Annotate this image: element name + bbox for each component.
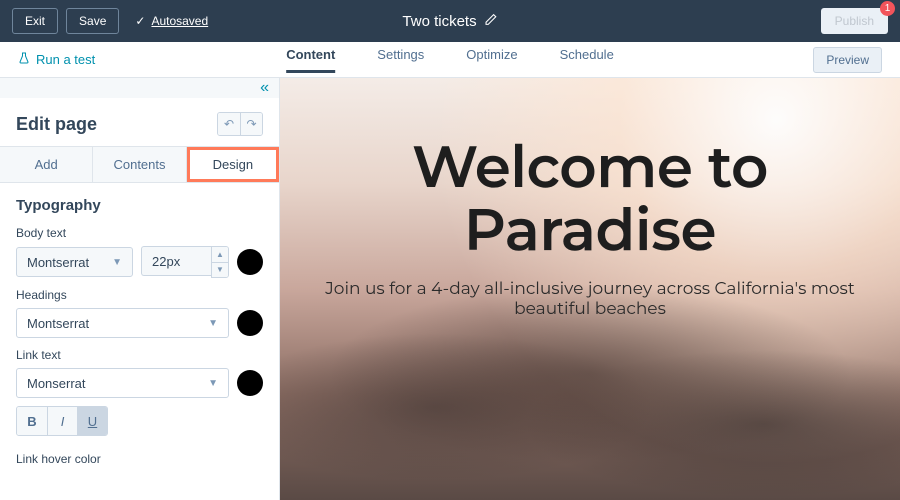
italic-button[interactable]: I: [47, 407, 77, 435]
redo-button[interactable]: ↷: [240, 113, 262, 135]
undo-redo-group: ↶ ↷: [217, 112, 263, 136]
undo-button[interactable]: ↶: [218, 113, 240, 135]
redo-icon: ↷: [246, 117, 256, 131]
body-font-value: Montserrat: [27, 255, 89, 270]
sidebar-tab-contents[interactable]: Contents: [93, 147, 186, 182]
top-bar: Exit Save ✓ Autosaved Two tickets Publis…: [0, 0, 900, 42]
autosaved-indicator[interactable]: ✓ Autosaved: [135, 14, 208, 28]
sidebar-tabs: Add Contents Design: [0, 146, 279, 183]
exit-button[interactable]: Exit: [12, 8, 58, 34]
pencil-icon[interactable]: [485, 13, 498, 30]
body-size-up[interactable]: ▲: [212, 247, 228, 262]
hero-subtitle[interactable]: Join us for a 4-day all-inclusive journe…: [280, 261, 900, 319]
canvas[interactable]: Welcome to Paradise Join us for a 4-day …: [280, 78, 900, 500]
headings-color-swatch[interactable]: [237, 310, 263, 336]
main: « Edit page ↶ ↷ Add Contents Design Typo…: [0, 78, 900, 500]
panel-body: Typography Body text Montserrat ▼ 22px ▲…: [0, 183, 279, 486]
run-test-label: Run a test: [36, 52, 95, 67]
chevron-down-icon: ▼: [112, 257, 122, 268]
bold-icon: B: [27, 414, 36, 429]
undo-icon: ↶: [224, 117, 234, 131]
body-size-value: 22px: [152, 254, 180, 269]
chevron-down-icon: ▼: [216, 265, 224, 274]
run-test-link[interactable]: Run a test: [18, 52, 95, 67]
chevron-down-icon: ▼: [208, 318, 218, 329]
page-title: Two tickets: [402, 13, 476, 30]
link-hover-label: Link hover color: [16, 452, 263, 466]
sub-nav: Run a test Content Settings Optimize Sch…: [0, 42, 900, 78]
panel-header: Edit page ↶ ↷: [0, 98, 279, 146]
body-size-input[interactable]: 22px: [141, 246, 211, 276]
sidebar: « Edit page ↶ ↷ Add Contents Design Typo…: [0, 78, 280, 500]
check-icon: ✓: [135, 14, 145, 28]
underline-button[interactable]: U: [77, 407, 107, 435]
chevron-down-icon: ▼: [208, 378, 218, 389]
tab-settings[interactable]: Settings: [377, 47, 424, 73]
typography-heading: Typography: [16, 197, 263, 214]
tab-schedule[interactable]: Schedule: [560, 47, 614, 73]
text-style-group: B I U: [16, 406, 108, 436]
page-title-wrap: Two tickets: [402, 13, 497, 30]
panel-title: Edit page: [16, 114, 97, 135]
subnav-tabs: Content Settings Optimize Schedule: [286, 47, 614, 73]
flask-icon: [18, 52, 30, 67]
bold-button[interactable]: B: [17, 407, 47, 435]
headings-font-select[interactable]: Montserrat ▼: [16, 308, 229, 338]
tab-optimize[interactable]: Optimize: [466, 47, 517, 73]
italic-icon: I: [61, 414, 65, 429]
body-size-down[interactable]: ▼: [212, 262, 228, 277]
underline-icon: U: [88, 414, 97, 429]
headings-font-value: Montserrat: [27, 316, 89, 331]
body-font-select[interactable]: Montserrat ▼: [16, 247, 133, 277]
sidebar-tab-design[interactable]: Design: [187, 147, 279, 182]
notification-badge: 1: [880, 1, 895, 16]
preview-button[interactable]: Preview: [813, 47, 882, 73]
hero-title[interactable]: Welcome to Paradise: [280, 136, 900, 261]
body-color-swatch[interactable]: [237, 249, 263, 275]
save-button[interactable]: Save: [66, 8, 119, 34]
collapse-sidebar-button[interactable]: «: [0, 78, 279, 98]
link-font-select[interactable]: Monserrat ▼: [16, 368, 229, 398]
tab-content[interactable]: Content: [286, 47, 335, 73]
chevron-double-left-icon: «: [260, 79, 269, 97]
chevron-up-icon: ▲: [216, 250, 224, 259]
headings-label: Headings: [16, 288, 263, 302]
publish-button[interactable]: Publish: [821, 8, 888, 34]
body-text-label: Body text: [16, 226, 263, 240]
hero-content: Welcome to Paradise Join us for a 4-day …: [280, 78, 900, 319]
link-text-label: Link text: [16, 348, 263, 362]
link-color-swatch[interactable]: [237, 370, 263, 396]
body-size-stepper: ▲ ▼: [211, 246, 229, 278]
autosaved-label: Autosaved: [151, 14, 208, 28]
link-font-value: Monserrat: [27, 376, 86, 391]
sidebar-tab-add[interactable]: Add: [0, 147, 93, 182]
